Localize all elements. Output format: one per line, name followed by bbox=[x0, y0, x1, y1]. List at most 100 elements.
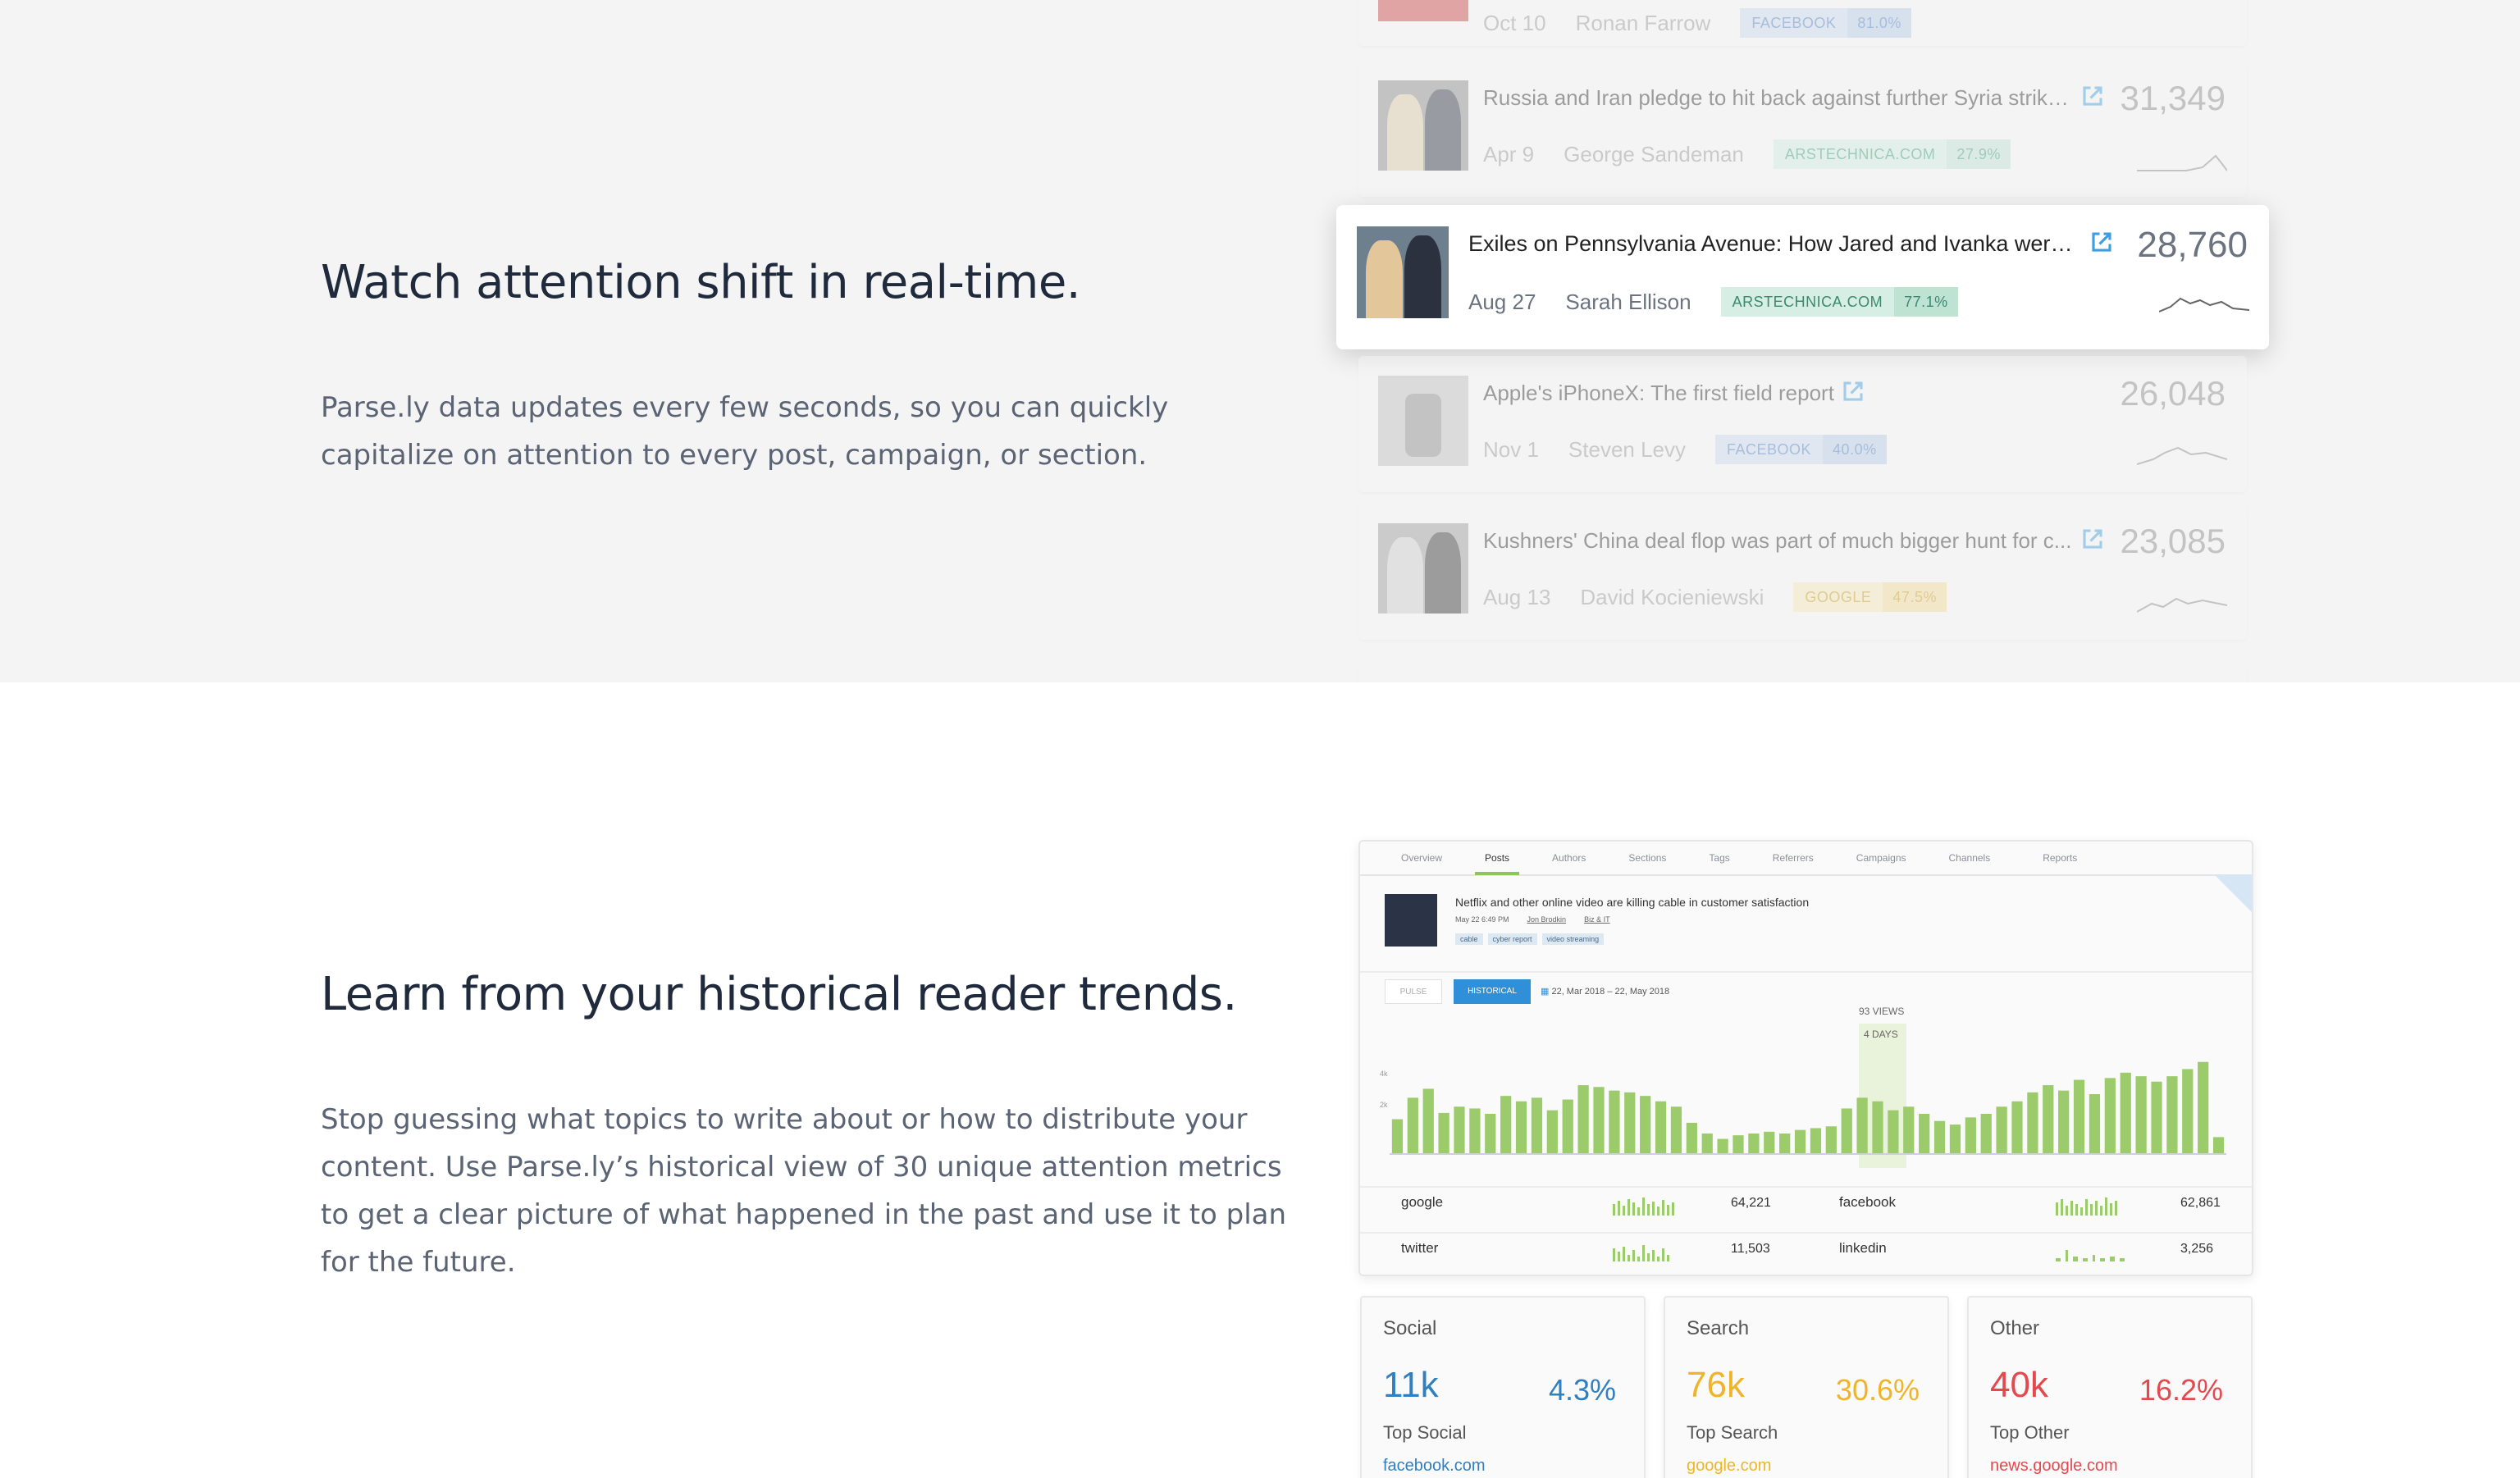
historical-button[interactable]: HISTORICAL bbox=[1454, 979, 1531, 1004]
sparkline bbox=[2159, 297, 2249, 312]
divider bbox=[1360, 1232, 2252, 1234]
external-link-icon[interactable] bbox=[2089, 230, 2114, 254]
post-views: 23,085 bbox=[2120, 522, 2226, 560]
source-badge: ARSTECHNICA.COM 27.9% bbox=[1773, 139, 2011, 169]
chart-bar bbox=[1903, 1106, 1915, 1153]
stat-top-link[interactable]: news.google.com bbox=[1990, 1457, 2118, 1476]
chart-x-axis bbox=[1390, 1153, 2226, 1155]
chart-bar bbox=[2073, 1079, 2085, 1153]
post-thumbnail bbox=[1378, 80, 1468, 171]
referrer-sparkbars bbox=[1613, 1245, 1669, 1261]
chart-bar bbox=[1732, 1135, 1744, 1153]
post-tags: cable cyber report video streaming bbox=[1455, 933, 1605, 945]
stat-card-other: Other 40k 16.2% Top Other news.google.co… bbox=[1967, 1296, 2253, 1478]
source-badge: FACEBOOK 81.0% bbox=[1740, 8, 1911, 38]
post-title[interactable]: Kushners' China deal flop was part of mu… bbox=[1483, 528, 2074, 554]
stat-top-label: Top Other bbox=[1990, 1422, 2070, 1443]
tag-chip[interactable]: cable bbox=[1455, 933, 1483, 945]
referrer-name[interactable]: facebook bbox=[1839, 1194, 1896, 1211]
tab-posts[interactable]: Posts bbox=[1475, 842, 1520, 875]
chart-bar bbox=[2135, 1076, 2147, 1153]
tab-tags[interactable]: Tags bbox=[1709, 842, 1729, 875]
referrer-name[interactable]: google bbox=[1401, 1194, 1443, 1211]
historical-bar-chart bbox=[1391, 1061, 2225, 1153]
chart-bar bbox=[2212, 1137, 2225, 1153]
chart-bar bbox=[1810, 1128, 1822, 1153]
post-meta: May 22 6:49 PM Jon Brodkin Biz & IT bbox=[1455, 915, 1610, 924]
tab-channels[interactable]: Channels bbox=[1949, 842, 1991, 875]
chart-bar bbox=[1407, 1097, 1418, 1153]
referrer-value: 64,221 bbox=[1731, 1196, 1771, 1210]
chart-bar bbox=[1655, 1101, 1667, 1153]
source-name: ARSTECHNICA.COM bbox=[1732, 294, 1883, 310]
date-range[interactable]: ▦ 22, Mar 2018 – 22, May 2018 bbox=[1541, 986, 1669, 997]
chart-bar bbox=[2166, 1076, 2178, 1153]
chart-bar bbox=[1469, 1108, 1481, 1153]
sparkline bbox=[2137, 154, 2227, 171]
post-thumbnail bbox=[1378, 523, 1468, 614]
chart-bar bbox=[1779, 1134, 1791, 1153]
chart-bar bbox=[1609, 1090, 1620, 1153]
post-card[interactable]: Kushners' China deal flop was part of mu… bbox=[1358, 504, 2247, 640]
source-badge: ARSTECHNICA.COM 77.1% bbox=[1720, 287, 1958, 317]
post-author: Ronan Farrow bbox=[1575, 10, 1711, 35]
post-title[interactable]: Russia and Iran pledge to hit back again… bbox=[1483, 85, 2074, 111]
chart-bar bbox=[1531, 1097, 1543, 1153]
post-meta: Nov 1 Steven Levy FACEBOOK 40.0% bbox=[1483, 435, 1887, 464]
tab-overview[interactable]: Overview bbox=[1401, 842, 1442, 875]
post-date: Nov 1 bbox=[1483, 436, 1539, 462]
post-meta: Aug 27 Sarah Ellison ARSTECHNICA.COM 77.… bbox=[1468, 287, 1958, 317]
y-tick: 4k bbox=[1380, 1070, 1388, 1078]
tab-referrers[interactable]: Referrers bbox=[1773, 842, 1814, 875]
chart-bar bbox=[1794, 1129, 1806, 1153]
external-link-icon[interactable] bbox=[1841, 379, 1865, 404]
source-share: 47.5% bbox=[1883, 582, 1947, 612]
tag-chip[interactable]: video streaming bbox=[1541, 933, 1605, 945]
tooltip-days: 4 DAYS bbox=[1864, 1029, 1898, 1040]
chart-bar bbox=[1841, 1108, 1852, 1153]
chart-bar bbox=[2151, 1081, 2162, 1153]
post-card[interactable] bbox=[1358, 668, 2247, 682]
stat-value: 11k bbox=[1383, 1365, 1439, 1405]
post-card[interactable]: Oct 10 Ronan Farrow FACEBOOK 81.0% bbox=[1358, 0, 2247, 46]
stat-top-link[interactable]: facebook.com bbox=[1383, 1457, 1486, 1476]
chart-bar bbox=[2058, 1090, 2070, 1153]
tag-chip[interactable]: cyber report bbox=[1487, 933, 1537, 945]
tab-sections[interactable]: Sections bbox=[1628, 842, 1666, 875]
chart-bar bbox=[1856, 1097, 1868, 1153]
referrer-name[interactable]: linkedin bbox=[1839, 1240, 1887, 1257]
tab-reports[interactable]: Reports bbox=[2043, 842, 2077, 875]
external-link-icon[interactable] bbox=[2080, 84, 2105, 108]
source-share: 40.0% bbox=[1823, 435, 1887, 464]
historical-paragraph-line: to get a clear picture of what happened … bbox=[321, 1198, 1287, 1231]
post-section-link[interactable]: Biz & IT bbox=[1584, 915, 1610, 924]
historical-heading: Learn from your historical reader trends… bbox=[321, 968, 1237, 1021]
stat-top-label: Top Search bbox=[1687, 1422, 1778, 1443]
tab-campaigns[interactable]: Campaigns bbox=[1856, 842, 1906, 875]
chart-bar bbox=[2120, 1072, 2131, 1153]
chart-bar bbox=[1624, 1092, 1636, 1153]
external-link-icon[interactable] bbox=[2080, 527, 2105, 551]
pulse-button[interactable]: PULSE bbox=[1385, 979, 1442, 1004]
stat-percent: 4.3% bbox=[1548, 1373, 1616, 1407]
post-meta: Oct 10 Ronan Farrow FACEBOOK 81.0% bbox=[1483, 8, 1911, 38]
post-title[interactable]: Netflix and other online video are killi… bbox=[1455, 896, 1809, 909]
chart-bar bbox=[1500, 1096, 1512, 1153]
post-author-link[interactable]: Jon Brodkin bbox=[1527, 915, 1567, 924]
stat-value: 40k bbox=[1990, 1365, 2048, 1405]
post-title[interactable]: Apple's iPhoneX: The first field report bbox=[1483, 381, 1834, 406]
chart-bar bbox=[1515, 1101, 1527, 1153]
calendar-icon: ▦ bbox=[1541, 987, 1552, 997]
historical-paragraph-line: for the future. bbox=[321, 1246, 516, 1279]
chart-bar bbox=[1825, 1126, 1837, 1153]
post-card-active[interactable]: Exiles on Pennsylvania Avenue: How Jared… bbox=[1336, 205, 2269, 349]
historical-paragraph: Stop guessing what topics to write about… bbox=[321, 1096, 1286, 1286]
tab-authors[interactable]: Authors bbox=[1552, 842, 1586, 875]
post-card[interactable]: Apple's iPhoneX: The first field report … bbox=[1358, 356, 2247, 492]
post-title[interactable]: Exiles on Pennsylvania Avenue: How Jared… bbox=[1468, 231, 2079, 257]
post-views: 28,760 bbox=[2137, 225, 2248, 265]
referrer-sparkbars bbox=[2056, 1197, 2117, 1216]
referrer-name[interactable]: twitter bbox=[1401, 1240, 1438, 1257]
post-card[interactable]: Russia and Iran pledge to hit back again… bbox=[1358, 61, 2247, 197]
stat-top-link[interactable]: google.com bbox=[1687, 1457, 1771, 1476]
